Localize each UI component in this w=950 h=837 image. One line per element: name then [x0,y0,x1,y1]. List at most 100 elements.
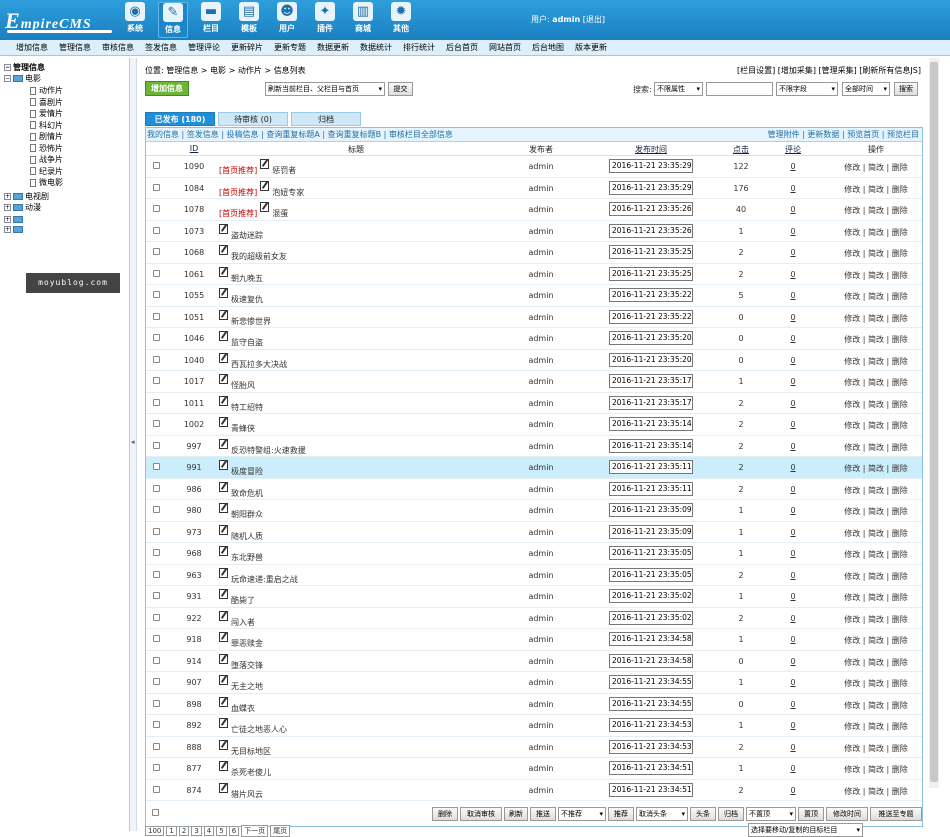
row-title[interactable]: 玩命速递:重启之战 [219,567,298,584]
edit-icon[interactable] [219,503,228,513]
select-all-checkbox[interactable] [152,809,159,816]
tree-item[interactable]: 动作片 [30,85,63,96]
edit-icon[interactable] [219,331,228,341]
search-button[interactable]: 搜索 [894,82,918,96]
edit-icon[interactable] [219,696,228,707]
tree-item[interactable]: 微电影 [30,177,63,188]
add-info-button[interactable]: 增加信息 [145,81,189,96]
row-title[interactable]: 东北野兽 [219,546,263,562]
tree-item[interactable]: 恐怖片 [30,143,63,154]
row-actions[interactable]: 修改 | 简改 | 删除 [836,184,916,195]
edit-icon[interactable] [219,718,228,728]
row-checkbox[interactable] [153,162,160,169]
row-checkbox[interactable] [153,205,160,212]
row-title[interactable]: 无目标地区 [219,739,271,756]
edit-icon[interactable] [219,632,228,642]
row-comments[interactable]: 0 [773,270,813,279]
row-time-field[interactable]: 2016-11-21 23:35:29 [609,159,693,173]
tree-node[interactable]: + [4,225,25,234]
row-title[interactable]: 我的超级前女友 [219,245,287,261]
tree-item[interactable]: 喜剧片 [30,97,63,108]
row-actions[interactable]: 修改 | 简改 | 删除 [836,786,916,797]
row-actions[interactable]: 修改 | 简改 | 删除 [836,743,916,754]
row-actions[interactable]: 修改 | 简改 | 删除 [836,313,916,324]
pager-item[interactable]: 尾页 [270,825,291,837]
row-title[interactable]: 监守自盗 [219,331,263,347]
edit-icon[interactable] [219,374,228,384]
edit-icon[interactable] [219,460,228,470]
edit-icon[interactable] [219,546,228,556]
row-checkbox[interactable] [153,549,160,556]
row-time-field[interactable]: 2016-11-21 23:35:05 [609,546,693,560]
nav-info[interactable]: ✎ 信息 [158,2,188,38]
subnav-item[interactable]: 版本更新 [575,42,607,53]
row-comments[interactable]: 0 [773,571,813,580]
subnav-item[interactable]: 排行统计 [403,42,435,53]
search-input[interactable] [706,82,773,96]
row-comments[interactable]: 0 [773,248,813,257]
row-title[interactable]: 怪胎风 [219,374,255,390]
row-time-field[interactable]: 2016-11-21 23:34:51 [609,761,693,775]
row-title[interactable]: 特工绍特 [219,395,263,412]
row-checkbox[interactable] [153,570,160,578]
row-title[interactable]: 无主之地 [219,675,263,691]
edit-icon[interactable] [219,288,228,298]
row-title[interactable]: 致命危机 [219,481,263,498]
row-time-field[interactable]: 2016-11-21 23:34:55 [609,675,693,689]
row-checkbox[interactable] [153,291,160,298]
row-comments[interactable]: 0 [773,442,813,451]
row-checkbox[interactable] [153,334,160,341]
row-time-field[interactable]: 2016-11-21 23:34:53 [609,718,693,732]
row-title[interactable]: 青蜂侠 [219,417,255,433]
row-title[interactable]: 血蝶衣 [219,696,255,713]
subnav-item[interactable]: 更新专题 [274,42,306,53]
row-actions[interactable]: 修改 | 简改 | 删除 [836,506,916,517]
field-select[interactable]: 不限字段 [776,82,838,96]
subnav-item[interactable]: 数据统计 [360,42,392,53]
pager-item[interactable]: 100 [145,826,165,836]
row-checkbox[interactable] [153,226,160,234]
row-title[interactable]: 猎片风云 [219,782,263,799]
push-button[interactable]: 推送 [530,807,556,821]
row-time-field[interactable]: 2016-11-21 23:35:26 [609,223,693,238]
tree-item[interactable]: 科幻片 [30,120,63,131]
row-title[interactable]: 堕落交锋 [219,653,263,670]
row-checkbox[interactable] [153,592,160,599]
row-checkbox[interactable] [153,183,160,191]
row-checkbox[interactable] [153,656,160,664]
nav-globe[interactable]: ◉ 系统 [120,2,150,38]
edit-icon[interactable] [219,782,228,793]
row-comments[interactable]: 0 [773,485,813,494]
row-title[interactable]: [首页推荐] 泡妞专家 [219,180,304,197]
row-time-field[interactable]: 2016-11-21 23:34:55 [609,696,693,711]
row-time-field[interactable]: 2016-11-21 23:35:09 [609,524,693,539]
row-actions[interactable]: 修改 | 简改 | 删除 [836,571,916,582]
tab-published[interactable]: 已发布 (180) [145,112,215,126]
row-actions[interactable]: 修改 | 简改 | 删除 [836,657,916,668]
row-actions[interactable]: 修改 | 简改 | 删除 [836,549,916,560]
row-actions[interactable]: 修改 | 简改 | 删除 [836,227,916,238]
tree-root[interactable]: − 电影 [4,73,41,84]
col-time[interactable]: 发布时间 [626,144,676,155]
row-time-field[interactable]: 2016-11-21 23:35:20 [609,331,693,345]
row-actions[interactable]: 修改 | 简改 | 删除 [836,678,916,689]
row-title[interactable]: 盗劫迷踪 [219,223,263,240]
row-time-field[interactable]: 2016-11-21 23:34:58 [609,632,693,646]
row-actions[interactable]: 修改 | 简改 | 删除 [836,442,916,453]
edit-icon[interactable] [219,223,228,234]
pager-item[interactable]: 4 [203,826,215,836]
row-checkbox[interactable] [153,699,160,707]
row-comments[interactable]: 0 [773,184,813,193]
attr-select[interactable]: 不限属性 [654,82,703,96]
subnav-item[interactable]: 审核信息 [102,42,134,53]
row-checkbox[interactable] [153,398,160,406]
norec-select[interactable]: 不推荐 [558,807,606,821]
row-comments[interactable]: 0 [773,356,813,365]
tab-pending[interactable]: 待审核 (0) [218,112,288,126]
row-actions[interactable]: 修改 | 简改 | 删除 [836,377,916,388]
nav-gear[interactable]: ✹ 其他 [386,2,416,38]
row-checkbox[interactable] [153,785,160,793]
push-topic-button[interactable]: 推送至专题 [870,807,922,821]
archive-button[interactable]: 归档 [718,807,744,821]
row-comments[interactable]: 0 [773,721,813,730]
